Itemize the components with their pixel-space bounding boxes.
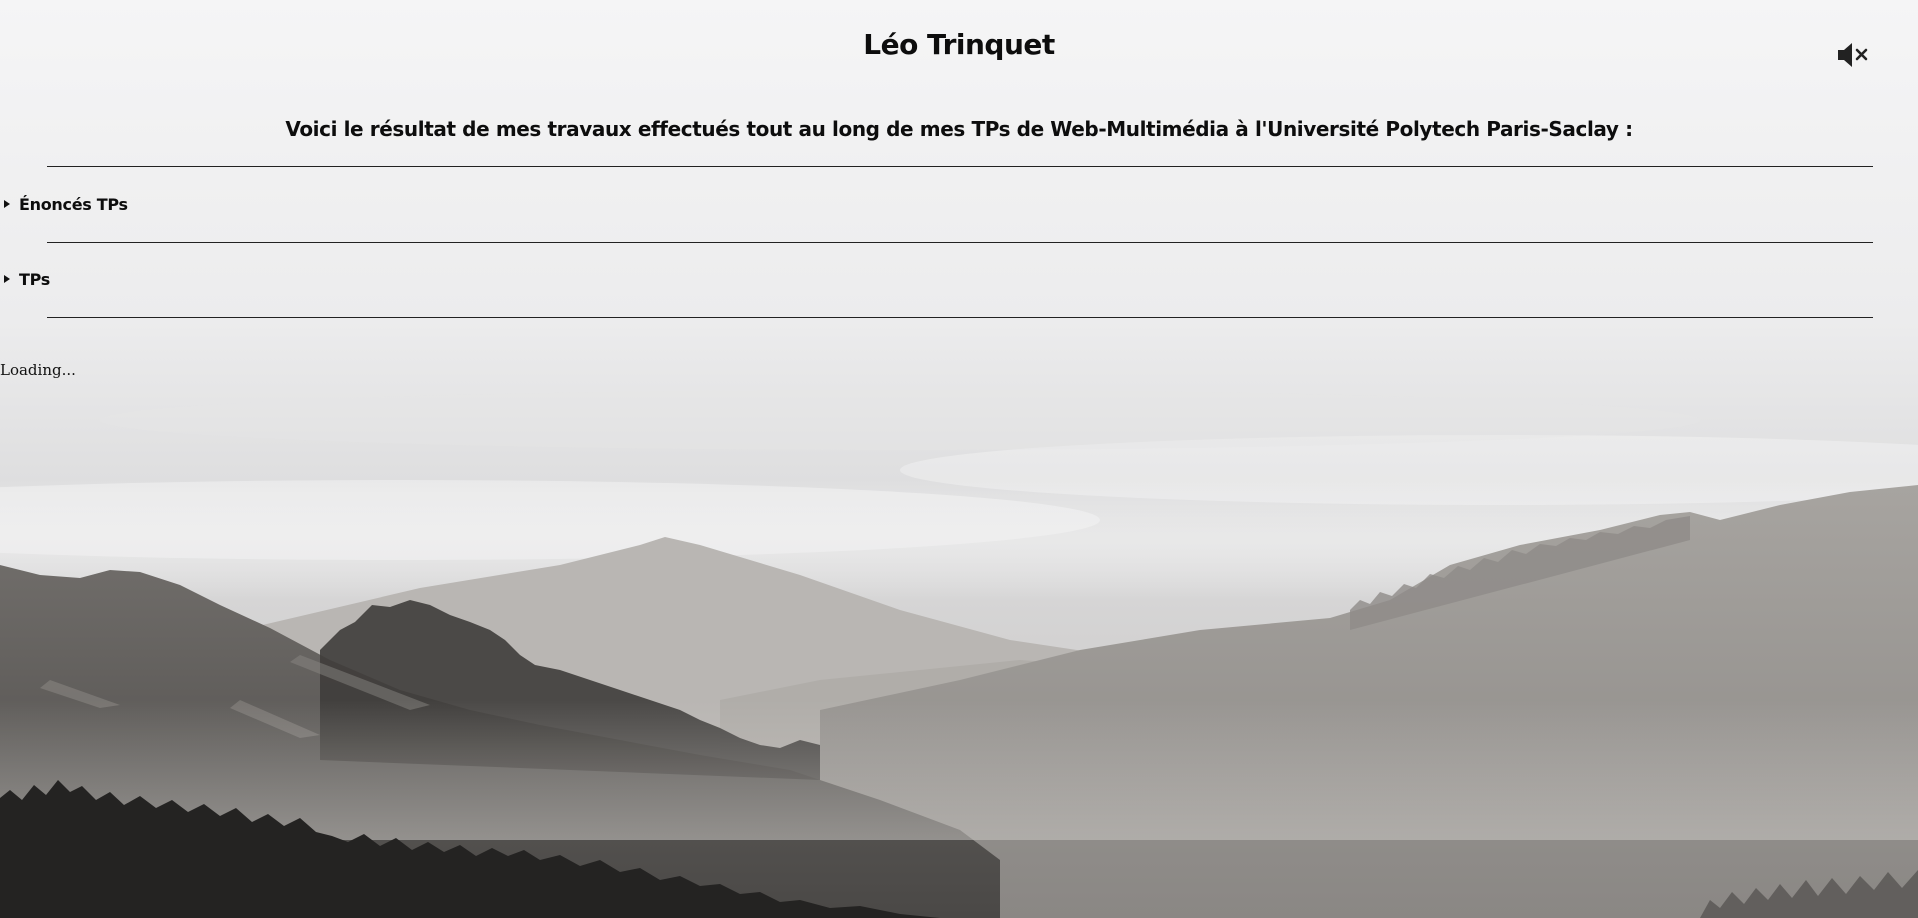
page-content: Léo Trinquet Voici le résultat de mes tr… [0,0,1918,918]
intro-text: Voici le résultat de mes travaux effectu… [285,117,1633,141]
disclosure-triangle-icon [4,200,10,208]
divider [47,242,1873,243]
page-title: Léo Trinquet [863,28,1055,61]
mute-toggle-button[interactable] [1836,40,1872,70]
section-label: TPs [19,269,50,289]
divider [47,317,1873,318]
section-label: Énoncés TPs [19,194,128,214]
divider [47,166,1873,167]
loading-text: Loading... [0,361,76,379]
speaker-muted-icon [1838,43,1868,67]
disclosure-triangle-icon [4,275,10,283]
section-toggle-enonces-tps[interactable]: Énoncés TPs [4,193,128,215]
section-toggle-tps[interactable]: TPs [4,268,50,290]
